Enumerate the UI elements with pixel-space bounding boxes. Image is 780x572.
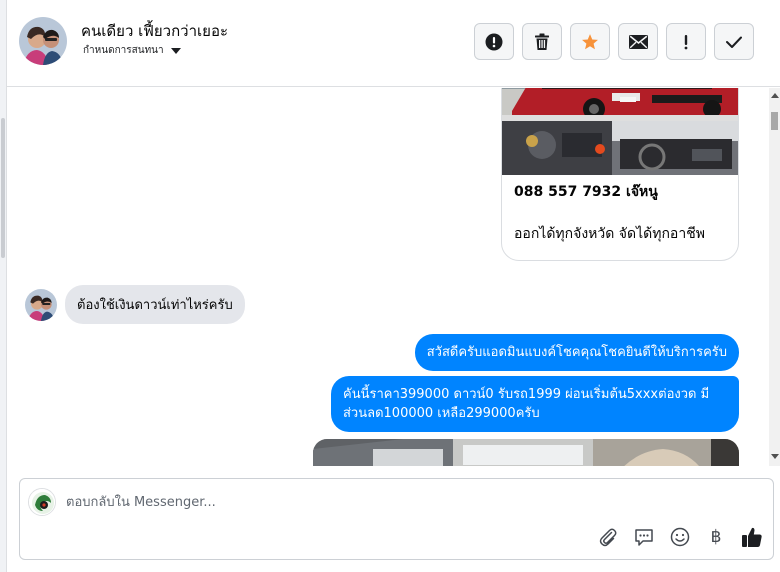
star-button[interactable] (570, 23, 610, 60)
like-button[interactable] (741, 526, 763, 548)
thumbs-up-icon (742, 527, 762, 547)
conversation-header: คนเดียว เฟี้ยวกว่าเยอะ กำหนดการสนทนา (7, 0, 780, 87)
emoji-button[interactable] (669, 526, 691, 548)
conversation-status-dropdown[interactable]: กำหนดการสนทนา (83, 43, 181, 58)
card-phone-text: 088 557 7932 เจ๊หนู (514, 184, 658, 200)
message-thread[interactable]: 088 557 7932 เจ๊หนู ออกได้ทุกจังหวัด จัด… (7, 88, 769, 466)
attach-button[interactable] (597, 526, 619, 548)
card-description: ออกได้ทุกจังหวัด จัดได้ทุกอาชีพ (514, 226, 705, 242)
saved-replies-button[interactable] (633, 526, 655, 548)
star-icon (582, 33, 598, 49)
envelope-icon (628, 34, 648, 49)
shared-post-card[interactable]: 088 557 7932 เจ๊หนู ออกได้ทุกจังหวัด จัด… (501, 88, 739, 261)
incoming-message-bubble[interactable]: ต้องใช้เงินดาวน์เท่าไหร่ครับ (65, 285, 245, 324)
sender-avatar[interactable] (25, 288, 57, 321)
scroll-up-arrow-icon[interactable] (771, 93, 779, 98)
report-spam-button[interactable] (474, 23, 514, 60)
conversation-status-label: กำหนดการสนทนา (83, 45, 164, 56)
outgoing-message-bubble[interactable]: คันนี้ราคา399000 ดาวน์0 รับรถ1999 ผ่อนเร… (331, 376, 739, 432)
chat-bubble-icon (635, 529, 653, 546)
alert-circle-icon (485, 33, 503, 50)
payment-button[interactable]: ฿ (705, 526, 727, 548)
outgoing-photo[interactable] (313, 439, 739, 466)
caret-down-icon (170, 47, 181, 54)
checkmark-icon (726, 36, 742, 48)
reply-input[interactable] (66, 491, 666, 513)
scrollbar-thumb[interactable] (771, 112, 778, 130)
left-panel-edge (0, 0, 7, 572)
car-ad-image[interactable] (502, 88, 738, 175)
mark-done-button[interactable] (714, 23, 754, 60)
smiley-icon (670, 527, 690, 547)
contact-avatar[interactable] (19, 17, 67, 65)
left-scroll-thumb[interactable] (1, 118, 5, 258)
contact-name: คนเดียว เฟี้ยวกว่าเยอะ (81, 22, 229, 40)
header-actions (474, 23, 754, 60)
page-avatar (28, 488, 56, 516)
reply-composer: ฿ (19, 478, 774, 560)
outgoing-message-bubble[interactable]: สวัสดีครับแอดมินแบงค์โชคคุณโชคยินดีให้บร… (414, 334, 739, 371)
exclamation-icon (684, 34, 688, 49)
baht-icon: ฿ (710, 527, 722, 547)
mark-unread-button[interactable] (618, 23, 658, 60)
paperclip-icon (599, 528, 617, 547)
follow-up-button[interactable] (666, 23, 706, 60)
trash-icon (535, 33, 549, 50)
delete-button[interactable] (522, 23, 562, 60)
incoming-message-row: ต้องใช้เงินดาวน์เท่าไหร่ครับ (25, 285, 245, 324)
scroll-down-arrow-icon[interactable] (771, 454, 779, 459)
composer-toolbar: ฿ (597, 526, 763, 548)
thread-scrollbar[interactable] (769, 88, 780, 466)
